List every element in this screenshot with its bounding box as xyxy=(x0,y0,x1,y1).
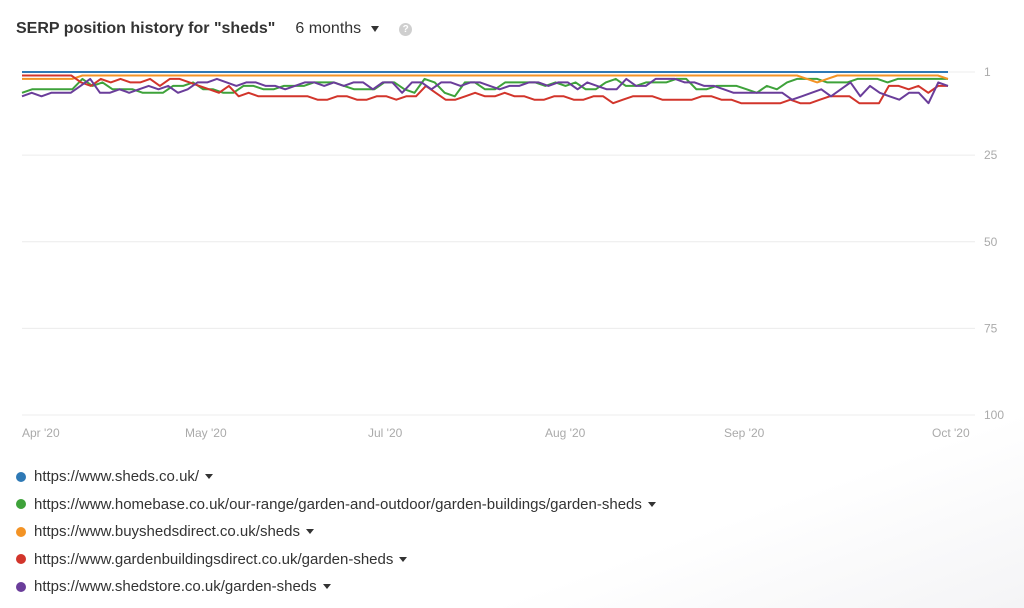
chart-title: SERP position history for "sheds" xyxy=(16,20,276,37)
legend-label: https://www.homebase.co.uk/our-range/gar… xyxy=(34,495,642,513)
y-tick-label: 100 xyxy=(984,408,1004,422)
x-axis-ticks: Apr '20 May '20 Jul '20 Aug '20 Sep '20 Oct '… xyxy=(22,426,970,440)
series-line-2[interactable] xyxy=(22,74,949,84)
help-icon[interactable]: ? xyxy=(399,22,413,36)
series-lines xyxy=(21,71,949,105)
y-axis-ticks: 1 25 50 75 100 xyxy=(984,65,1004,422)
x-tick-label: Sep '20 xyxy=(724,426,765,440)
caret-down-icon[interactable] xyxy=(399,556,408,562)
caret-down-icon xyxy=(371,26,380,32)
caret-down-icon[interactable] xyxy=(322,584,331,590)
legend-item[interactable]: https://www.shedstore.co.uk/garden-sheds xyxy=(16,573,656,601)
grid-lines xyxy=(22,71,975,416)
x-tick-label: May '20 xyxy=(185,426,227,440)
period-label: 6 months xyxy=(295,20,362,37)
x-tick-label: Apr '20 xyxy=(22,426,60,440)
caret-down-icon[interactable] xyxy=(305,529,314,535)
period-dropdown[interactable]: 6 months xyxy=(295,20,380,38)
legend-dot-icon xyxy=(16,471,26,482)
y-tick-label: 25 xyxy=(984,148,998,162)
y-tick-label: 1 xyxy=(984,65,991,79)
legend-item[interactable]: https://www.homebase.co.uk/our-range/gar… xyxy=(16,491,656,519)
chart-header: SERP position history for "sheds" 6 mont… xyxy=(16,18,413,40)
x-tick-label: Aug '20 xyxy=(545,426,586,440)
x-tick-label: Jul '20 xyxy=(368,426,403,440)
y-tick-label: 50 xyxy=(984,235,998,249)
legend-item[interactable]: https://www.gardenbuildingsdirect.co.uk/… xyxy=(16,546,656,574)
legend-dot-icon xyxy=(16,499,26,510)
legend-label: https://www.shedstore.co.uk/garden-sheds xyxy=(34,578,317,596)
caret-down-icon[interactable] xyxy=(205,474,214,480)
legend-label: https://www.buyshedsdirect.co.uk/sheds xyxy=(34,523,300,541)
series-line-4[interactable] xyxy=(21,77,949,105)
legend-label: https://www.sheds.co.uk/ xyxy=(34,468,200,486)
legend-label: https://www.gardenbuildingsdirect.co.uk/… xyxy=(34,550,394,568)
legend-item[interactable]: https://www.sheds.co.uk/ xyxy=(16,463,656,491)
legend-item[interactable]: https://www.buyshedsdirect.co.uk/sheds xyxy=(16,518,656,546)
x-tick-label: Oct '20 xyxy=(932,426,970,440)
legend-dot-icon xyxy=(16,526,26,537)
chart-legend: https://www.sheds.co.uk/https://www.home… xyxy=(16,463,656,601)
caret-down-icon[interactable] xyxy=(647,501,656,507)
y-tick-label: 75 xyxy=(984,321,998,335)
legend-dot-icon xyxy=(16,581,26,592)
legend-dot-icon xyxy=(16,554,26,565)
position-chart: 1 25 50 75 100 Apr '20 May '20 Jul '20 Aug '20 S… xyxy=(21,65,1004,440)
